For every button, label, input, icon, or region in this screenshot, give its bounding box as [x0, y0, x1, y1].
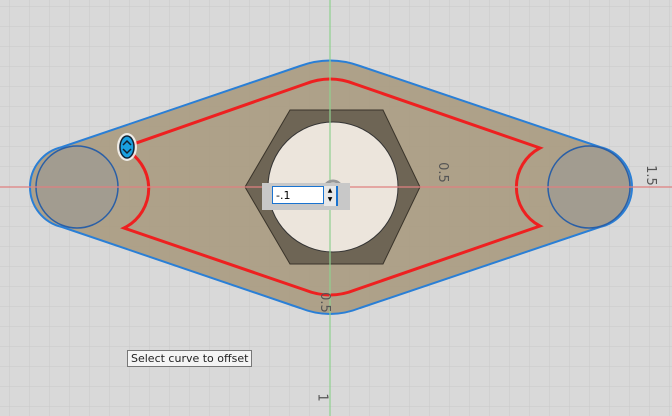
dimension-offset[interactable]: 0.5 — [317, 292, 332, 313]
spin-up-icon[interactable]: ▲ — [324, 186, 336, 195]
offset-handle-icon[interactable] — [117, 133, 137, 161]
dimension-hole-distance[interactable]: 1.5 — [643, 165, 658, 186]
offset-distance-input[interactable]: -.1 — [272, 186, 324, 204]
tooltip: Select curve to offset — [127, 350, 253, 367]
spin-down-icon[interactable]: ▼ — [324, 195, 336, 204]
dimension-total[interactable]: 1 — [315, 393, 330, 401]
dimension-hex-width[interactable]: 0.5 — [435, 162, 450, 183]
offset-value-box: -.1 ▲ ▼ — [262, 183, 350, 210]
offset-spinner[interactable]: ▲ ▼ — [324, 186, 338, 206]
